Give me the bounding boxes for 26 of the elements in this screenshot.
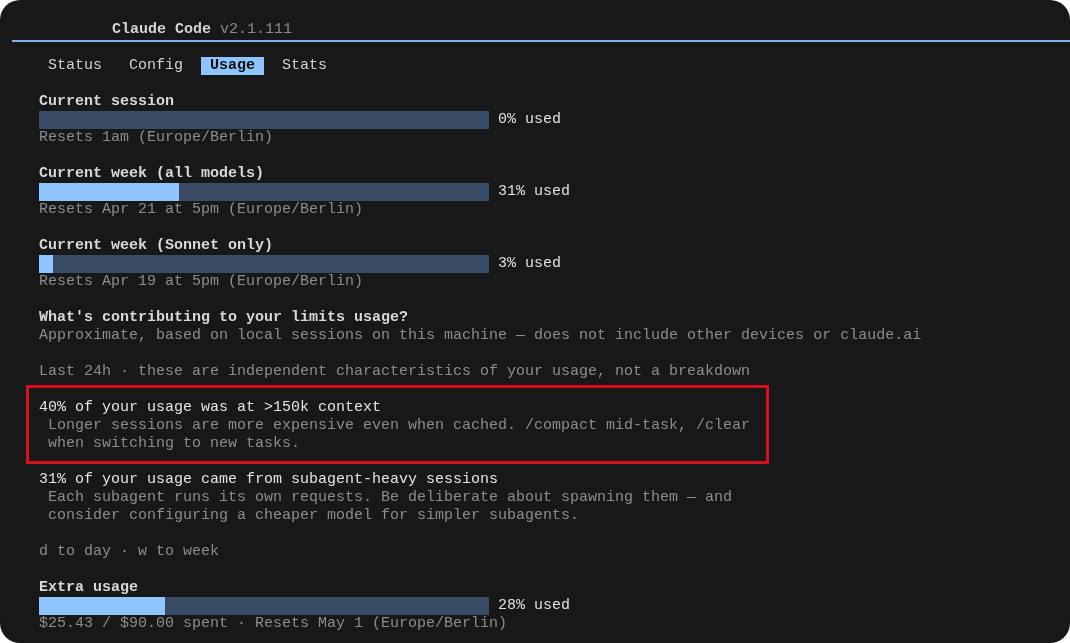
section-title: Extra usage bbox=[39, 579, 139, 597]
period-text: Last 24h · these are independent characteristics of your usage, not a breakdown bbox=[39, 363, 751, 381]
version-label: v2.1.111 bbox=[220, 21, 293, 38]
reset-time: Resets 1am (Europe/Berlin) bbox=[39, 129, 274, 147]
tab[interactable]: Status bbox=[39, 57, 111, 75]
section-title: Current week (Sonnet only) bbox=[39, 237, 274, 255]
spending-text: $25.43 / $90.00 spent · Resets May 1 (Europe/Berlin) bbox=[39, 615, 508, 633]
reset-time: Resets Apr 19 at 5pm (Europe/Berlin) bbox=[39, 273, 364, 291]
usage-reading: 0% used bbox=[498, 111, 561, 129]
tab[interactable]: Stats bbox=[273, 57, 337, 75]
usage-reading: 3% used bbox=[498, 255, 561, 273]
contribution-headline: 40% of your usage was at >150k context bbox=[39, 399, 382, 417]
tab[interactable]: Usage bbox=[201, 57, 265, 75]
usage-reading: 31% used bbox=[498, 183, 570, 201]
note-text: Approximate, based on local sessions on this machine — does not include other devices or claude.ai bbox=[39, 327, 922, 345]
contribution-detail: Each subagent runs its own requests. Be deliberate about spawning them — and consider configuring a cheaper model for simpler subagents. bbox=[47, 489, 734, 525]
contribution-headline: 31% of your usage came from subagent-heavy sessions bbox=[39, 471, 499, 489]
reset-time: Resets Apr 21 at 5pm (Europe/Berlin) bbox=[39, 201, 364, 219]
key-hint: d to day · w to week bbox=[39, 543, 220, 561]
usage-reading: 28% used bbox=[498, 597, 570, 615]
section-title: Current week (all models) bbox=[39, 165, 265, 183]
window-title: Claude Code bbox=[112, 21, 212, 38]
contribution-detail: Longer sessions are more expensive even when cached. /compact mid-task, /clear when switching to new tasks. bbox=[47, 417, 752, 453]
section-heading: What's contributing to your limits usage? bbox=[39, 309, 409, 327]
tab[interactable]: Config bbox=[120, 57, 193, 75]
section-title: Current session bbox=[39, 93, 175, 111]
